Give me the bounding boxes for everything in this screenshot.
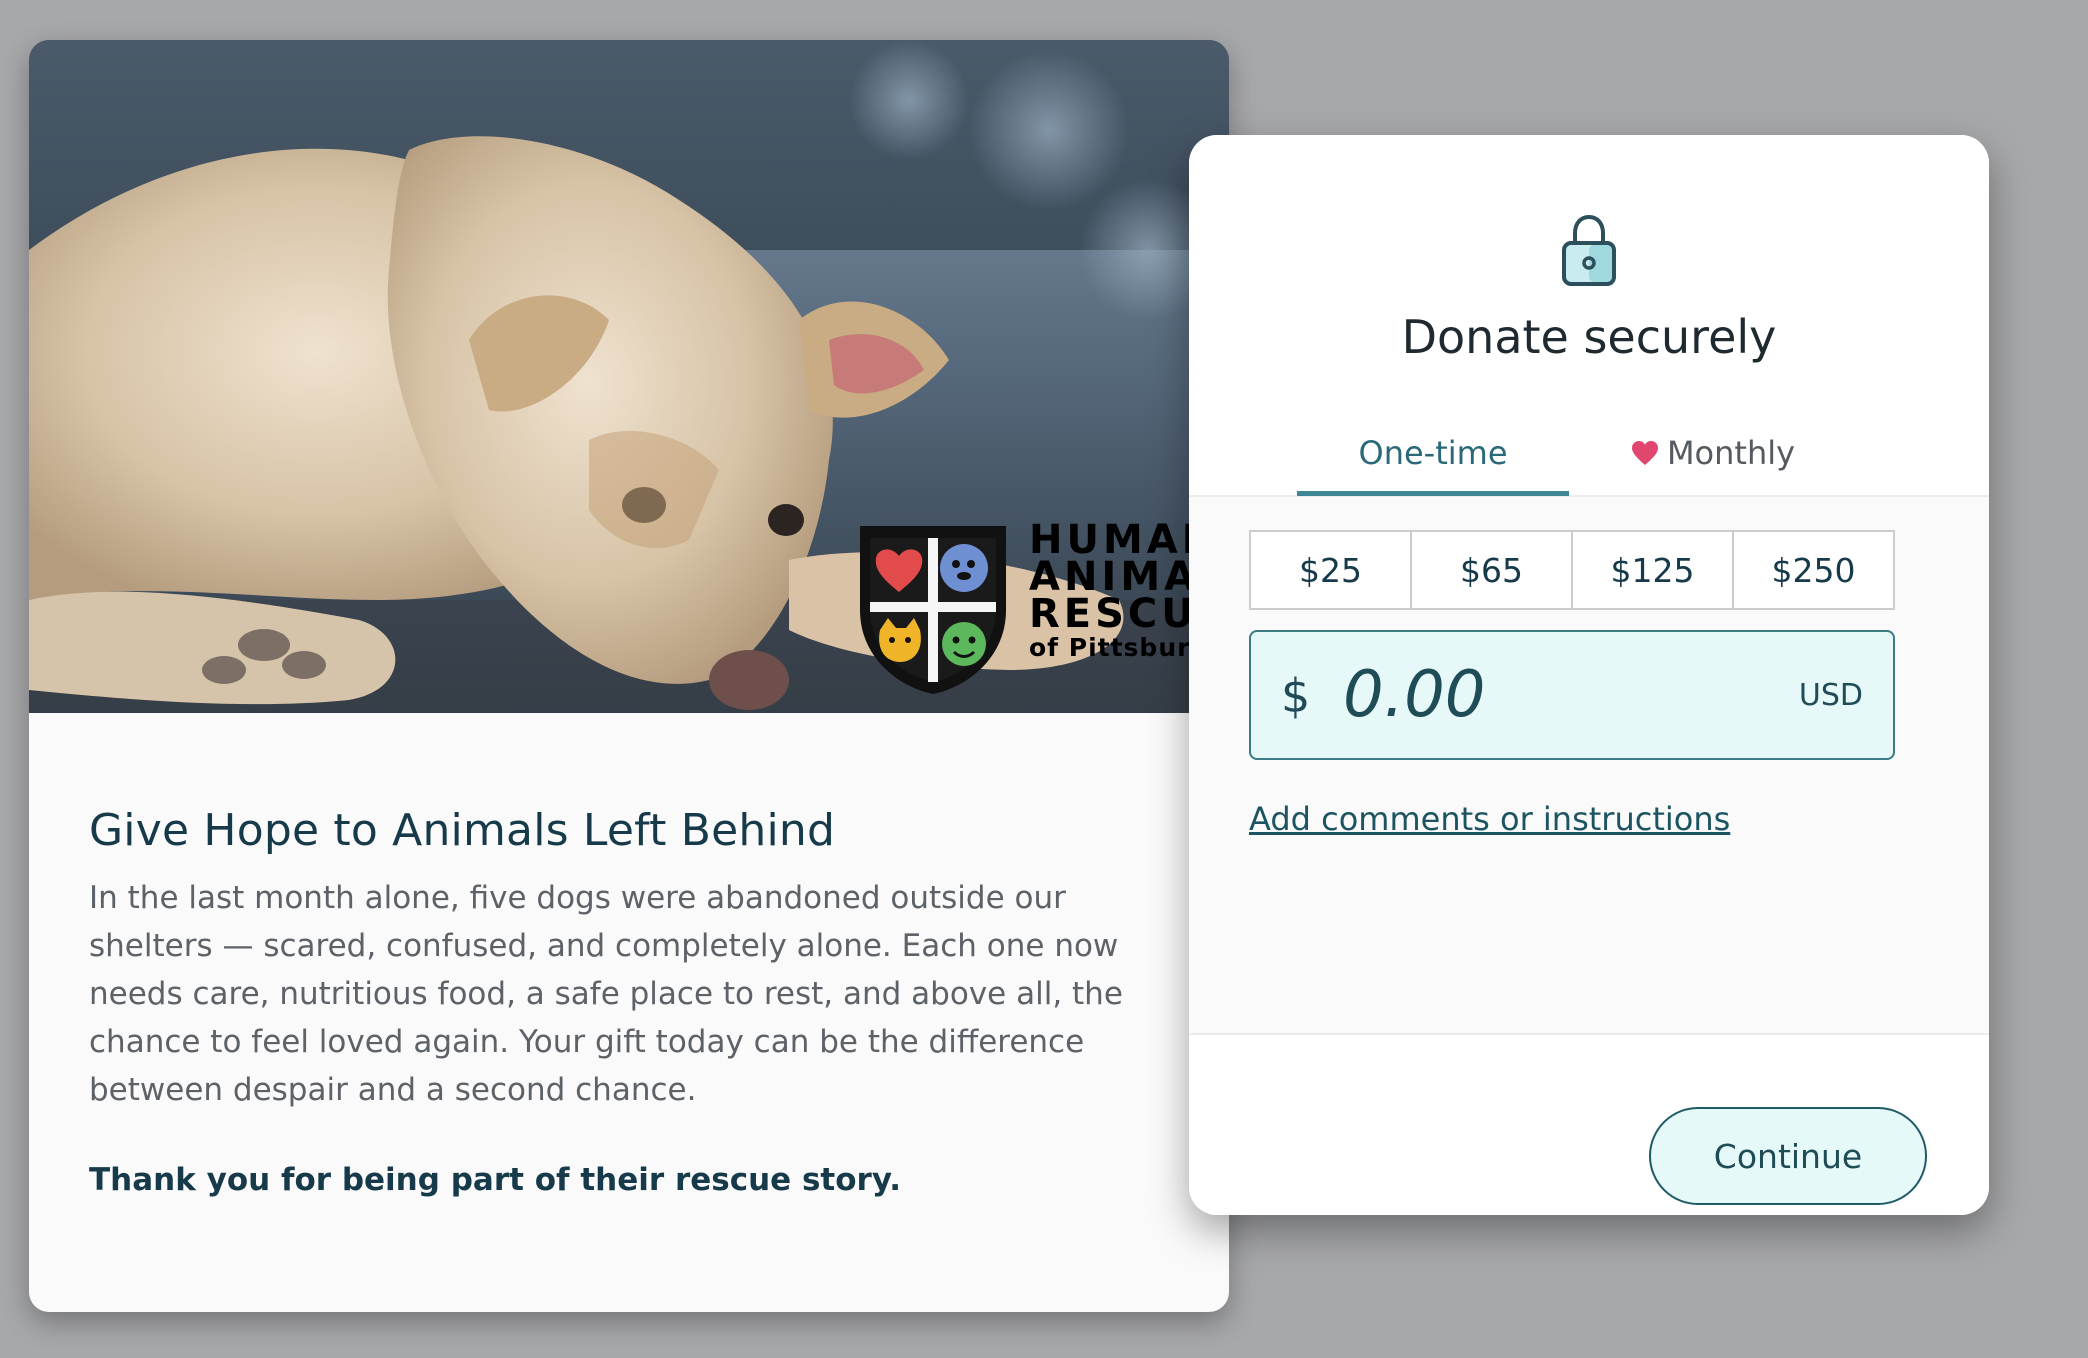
- continue-button[interactable]: Continue: [1649, 1107, 1927, 1205]
- preset-amount-button[interactable]: $25: [1251, 532, 1412, 608]
- amount-input[interactable]: $ 0.00 USD: [1249, 630, 1895, 760]
- preset-amount-button[interactable]: $250: [1734, 532, 1893, 608]
- tab-monthly[interactable]: Monthly: [1569, 425, 1857, 491]
- donate-title: Donate securely: [1401, 310, 1777, 364]
- story-thanks: Thank you for being part of their rescue…: [89, 1162, 901, 1198]
- preset-amounts: $25 $65 $125 $250: [1249, 530, 1895, 610]
- story-body: In the last month alone, five dogs were …: [89, 880, 1123, 1108]
- donate-panel: Donate securely One-time Monthly $25 $65…: [1189, 135, 1989, 1215]
- currency-symbol: $: [1281, 669, 1311, 723]
- story-card: HUMANE ANIMAL RESCUE of Pittsburgh Give …: [29, 40, 1229, 1312]
- lock-icon: [1562, 214, 1616, 286]
- preset-amount-button[interactable]: $65: [1412, 532, 1573, 608]
- preset-amount-button[interactable]: $125: [1573, 532, 1734, 608]
- tab-one-time-label: One-time: [1358, 434, 1508, 472]
- frequency-tabs: One-time Monthly: [1297, 425, 1857, 496]
- amount-value: 0.00: [1343, 658, 1486, 732]
- add-comments-link[interactable]: Add comments or instructions: [1249, 800, 1730, 838]
- tab-one-time[interactable]: One-time: [1297, 425, 1569, 496]
- tab-monthly-label: Monthly: [1666, 434, 1796, 472]
- story-title: Give Hope to Animals Left Behind: [89, 805, 836, 856]
- donate-footer: Continue: [1189, 1035, 1989, 1215]
- shield-logo-icon: [860, 526, 1006, 694]
- heart-icon: [1631, 441, 1658, 465]
- currency-code: USD: [1798, 678, 1863, 713]
- story-content: Give Hope to Animals Left Behind In the …: [89, 805, 1189, 1198]
- rescue-logo: HUMANE ANIMAL RESCUE of Pittsburgh: [824, 480, 1229, 700]
- hero-image: HUMANE ANIMAL RESCUE of Pittsburgh: [29, 40, 1229, 713]
- donate-header: Donate securely One-time Monthly: [1189, 135, 1989, 497]
